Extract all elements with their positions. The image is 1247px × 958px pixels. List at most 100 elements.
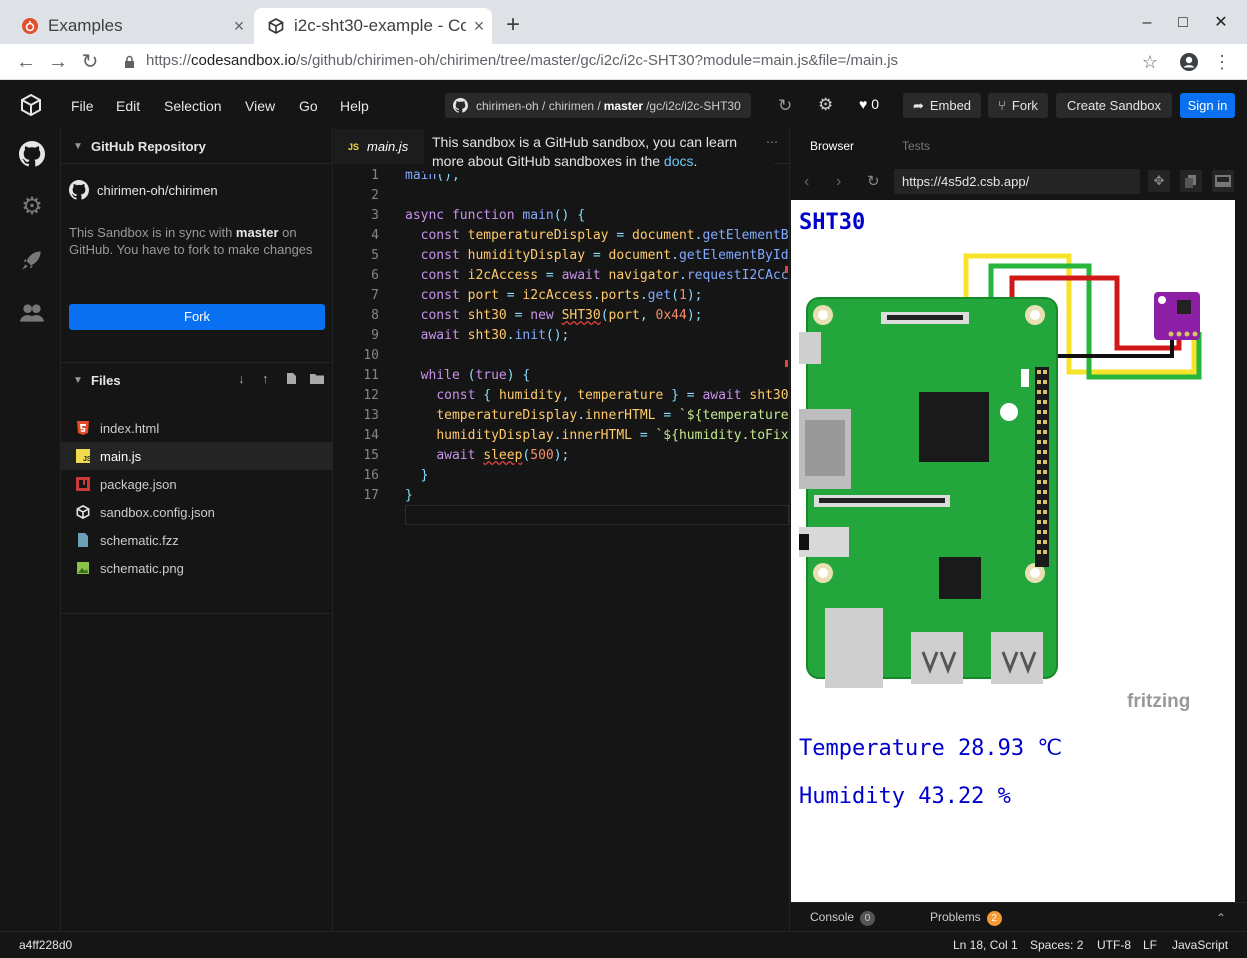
responsive-icon[interactable]: ✥ — [1148, 170, 1170, 192]
more-menu-icon[interactable]: ⋮ — [1210, 50, 1234, 74]
browser-tab-strip: Examples × i2c-sht30-example - CodeSandb… — [0, 0, 1247, 44]
open-new-window-icon[interactable] — [1180, 170, 1202, 192]
close-icon[interactable]: × — [226, 16, 252, 37]
toggle-layout-icon[interactable] — [1212, 170, 1234, 192]
profile-icon[interactable] — [1179, 52, 1199, 72]
github-repository-section-header[interactable]: ▼ GitHub Repository — [61, 129, 333, 163]
minimize-icon[interactable]: – — [1136, 12, 1158, 34]
code-line[interactable]: const port = i2cAccess.ports.get(1); — [405, 288, 703, 303]
star-icon[interactable]: ☆ — [1138, 50, 1162, 74]
file-item-schematic-fzz[interactable]: schematic.fzz — [61, 526, 333, 554]
chevron-down-icon: ▼ — [73, 374, 83, 386]
svg-text:JS: JS — [83, 456, 90, 463]
menu-edit[interactable]: Edit — [116, 98, 140, 114]
console-label: Console — [810, 910, 855, 924]
more-actions-icon[interactable]: ⋯ — [766, 135, 778, 149]
preview-back-icon[interactable]: ‹ — [804, 173, 809, 191]
repo-breadcrumb[interactable]: chirimen-oh / chirimen / master /gc/i2c/… — [445, 93, 751, 118]
live-users-icon[interactable] — [19, 300, 45, 326]
forward-icon[interactable]: → — [46, 50, 70, 74]
preview-forward-icon[interactable]: › — [836, 173, 841, 191]
code-line[interactable]: const i2cAccess = await navigator.reques… — [405, 268, 789, 283]
indentation[interactable]: Spaces: 2 — [1030, 938, 1083, 952]
upload-icon[interactable]: ↑ — [262, 371, 269, 386]
file-item-package-json[interactable]: package.json — [61, 470, 333, 498]
menu-selection[interactable]: Selection — [164, 98, 222, 114]
file-item-schematic-png[interactable]: schematic.png — [61, 554, 333, 582]
code-line[interactable]: temperatureDisplay.innerHTML = `${temper… — [405, 408, 789, 423]
code-line[interactable]: const { humidity, temperature } = await … — [405, 388, 789, 403]
preview-refresh-icon[interactable]: ↻ — [867, 172, 880, 190]
repo-link[interactable]: chirimen-oh/chirimen — [69, 180, 218, 200]
preview-address-input[interactable]: https://4s5d2.csb.app/ — [894, 169, 1140, 194]
file-item-sandbox-config-json[interactable]: sandbox.config.json — [61, 498, 333, 526]
like-button[interactable]: ♥ 0 — [859, 96, 879, 112]
gear-icon[interactable]: ⚙ — [19, 194, 45, 220]
download-icon[interactable]: ↓ — [238, 371, 245, 386]
code-line[interactable]: const humidityDisplay = document.getElem… — [405, 248, 789, 263]
header-fork-button[interactable]: ⑂ Fork — [988, 93, 1048, 118]
language-mode[interactable]: JavaScript — [1172, 938, 1228, 952]
code-line[interactable]: while (true) { — [405, 368, 531, 383]
code-line[interactable]: async function main() { — [405, 208, 585, 223]
maximize-icon[interactable]: □ — [1172, 12, 1194, 34]
menu-go[interactable]: Go — [299, 98, 318, 114]
codesandbox-logo-icon[interactable] — [20, 94, 42, 116]
code-line[interactable]: await sht30.init(); — [405, 328, 570, 343]
file-item-index-html[interactable]: index.html — [61, 414, 333, 442]
refresh-icon[interactable]: ↻ — [778, 96, 792, 116]
encoding[interactable]: UTF-8 — [1097, 938, 1131, 952]
settings-gear-icon[interactable]: ⚙ — [818, 95, 833, 115]
code-line[interactable]: await sleep(500); — [405, 448, 569, 463]
browser-tab-examples[interactable]: Examples × — [8, 8, 252, 44]
sync-text: This Sandbox is in sync with — [69, 225, 236, 240]
back-icon[interactable]: ← — [14, 50, 38, 74]
sign-in-button[interactable]: Sign in — [1180, 93, 1235, 118]
address-bar[interactable]: https://codesandbox.io/s/github/chirimen… — [146, 52, 898, 69]
chevron-up-icon[interactable]: ⌃ — [1216, 911, 1226, 925]
window-close-icon[interactable]: ✕ — [1210, 12, 1232, 34]
sync-notice: This Sandbox is in sync with master on G… — [69, 224, 325, 258]
fork-button[interactable]: Fork — [69, 304, 325, 330]
error-marker — [785, 266, 788, 273]
browser-toolbar: ← → ↻ https://codesandbox.io/s/github/ch… — [0, 44, 1247, 80]
repo-path: /gc/i2c/i2c-SHT30 — [646, 98, 741, 113]
console-tab[interactable]: Console 0 — [810, 910, 876, 926]
github-icon[interactable] — [19, 141, 45, 167]
code-line[interactable]: } — [405, 468, 429, 483]
tab-tests[interactable]: Tests — [902, 139, 930, 153]
new-folder-icon[interactable] — [310, 373, 324, 384]
tab-browser[interactable]: Browser — [810, 139, 854, 153]
share-arrow-icon: ➦ — [912, 97, 924, 113]
embed-button[interactable]: ➦ Embed — [903, 93, 981, 118]
create-sandbox-button[interactable]: Create Sandbox — [1056, 93, 1172, 118]
html5-icon — [77, 421, 89, 435]
new-tab-icon[interactable]: + — [500, 12, 526, 38]
browser-tab-title: Examples — [48, 16, 123, 35]
docs-link[interactable]: docs — [664, 153, 694, 169]
file-name: index.html — [100, 420, 160, 436]
status-bar: a4ff228d0 Ln 18, Col 1 Spaces: 2 UTF-8 L… — [0, 931, 1247, 958]
rocket-deploy-icon[interactable] — [19, 247, 45, 273]
github-sandbox-tooltip: This sandbox is a GitHub sandbox, you ca… — [424, 129, 774, 174]
problems-tab[interactable]: Problems 2 — [930, 910, 1002, 926]
editor-tab-main-js[interactable]: JS main.js — [334, 129, 424, 164]
code-line[interactable]: humidityDisplay.innerHTML = `${humidity.… — [405, 428, 789, 443]
cursor-position[interactable]: Ln 18, Col 1 — [953, 938, 1018, 952]
menu-help[interactable]: Help — [340, 98, 369, 114]
sync-branch: master — [235, 225, 279, 240]
reload-icon[interactable]: ↻ — [78, 50, 102, 74]
line-ending[interactable]: LF — [1143, 938, 1157, 952]
javascript-icon: JS — [348, 141, 360, 152]
menu-view[interactable]: View — [245, 98, 275, 114]
close-icon[interactable]: × — [466, 16, 492, 37]
file-item-main-js[interactable]: JS main.js — [61, 442, 333, 470]
browser-tab-sandbox[interactable]: i2c-sht30-example - CodeSandbox × — [254, 8, 492, 44]
file-name: schematic.png — [100, 560, 184, 576]
line-number: 9 — [371, 328, 379, 343]
code-line[interactable]: const temperatureDisplay = document.getE… — [405, 228, 789, 243]
code-line[interactable]: } — [405, 488, 413, 503]
code-line[interactable]: const sht30 = new SHT30(port, 0x44); — [405, 308, 703, 323]
menu-file[interactable]: File — [71, 98, 94, 114]
new-file-icon[interactable] — [286, 372, 297, 385]
